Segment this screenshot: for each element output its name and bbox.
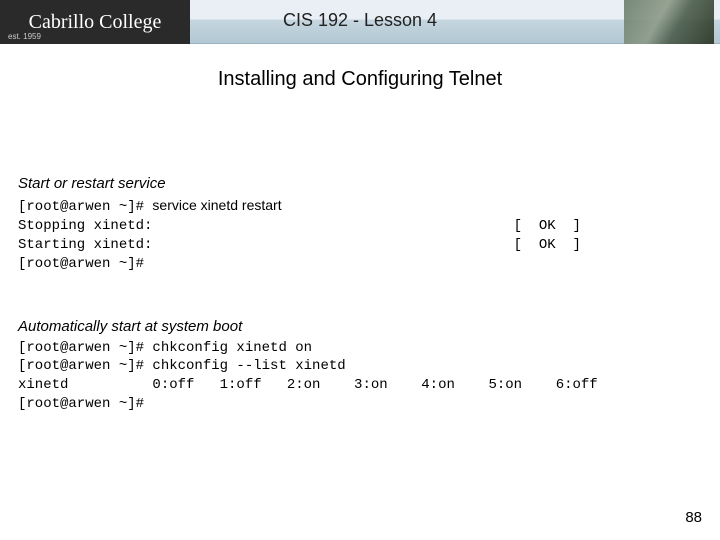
term2-line4: [root@arwen ~]#: [18, 396, 144, 412]
page-number: 88: [685, 509, 702, 526]
term2-line2: [root@arwen ~]# chkconfig --list xinetd: [18, 358, 346, 374]
header-photo: [624, 0, 714, 44]
logo-est: est. 1959: [8, 32, 41, 41]
term-line2: Stopping xinetd: [ OK ]: [18, 218, 581, 234]
header-title: CIS 192 - Lesson 4: [0, 10, 720, 31]
term2-line1: [root@arwen ~]# chkconfig xinetd on: [18, 340, 312, 356]
term-line1-cmd: service xinetd restart: [152, 197, 281, 213]
term2-line3: xinetd 0:off 1:off 2:on 3:on 4:on 5:on 6…: [18, 377, 598, 393]
header-bar: Cabrillo College est. 1959 CIS 192 - Les…: [0, 0, 720, 44]
slide-title: Installing and Configuring Telnet: [0, 68, 720, 91]
section-restart: Start or restart service [root@arwen ~]#…: [18, 175, 702, 274]
section-label-autostart: Automatically start at system boot: [18, 318, 702, 335]
section-label-restart: Start or restart service: [18, 175, 702, 192]
term-line1-prompt: [root@arwen ~]#: [18, 199, 152, 215]
term-line3: Starting xinetd: [ OK ]: [18, 237, 581, 253]
terminal-block-2: [root@arwen ~]# chkconfig xinetd on [roo…: [18, 339, 702, 415]
terminal-block-1: [root@arwen ~]# service xinetd restart S…: [18, 196, 702, 274]
section-autostart: Automatically start at system boot [root…: [18, 318, 702, 415]
term-line4: [root@arwen ~]#: [18, 256, 144, 272]
